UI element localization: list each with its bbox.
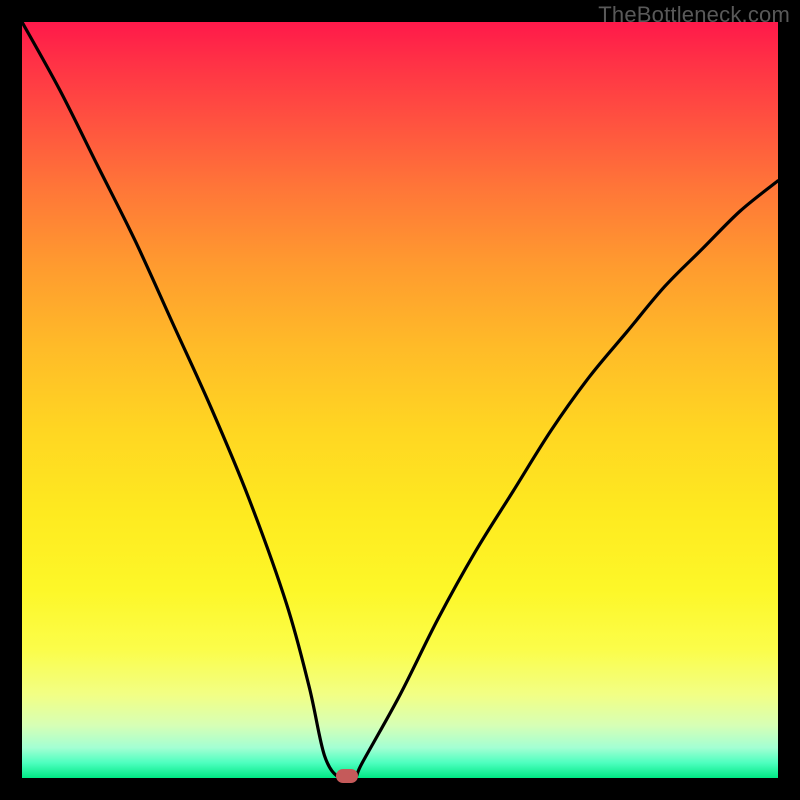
optimal-point-marker bbox=[336, 769, 358, 783]
bottleneck-curve bbox=[22, 22, 778, 778]
watermark-text: TheBottleneck.com bbox=[598, 2, 790, 28]
